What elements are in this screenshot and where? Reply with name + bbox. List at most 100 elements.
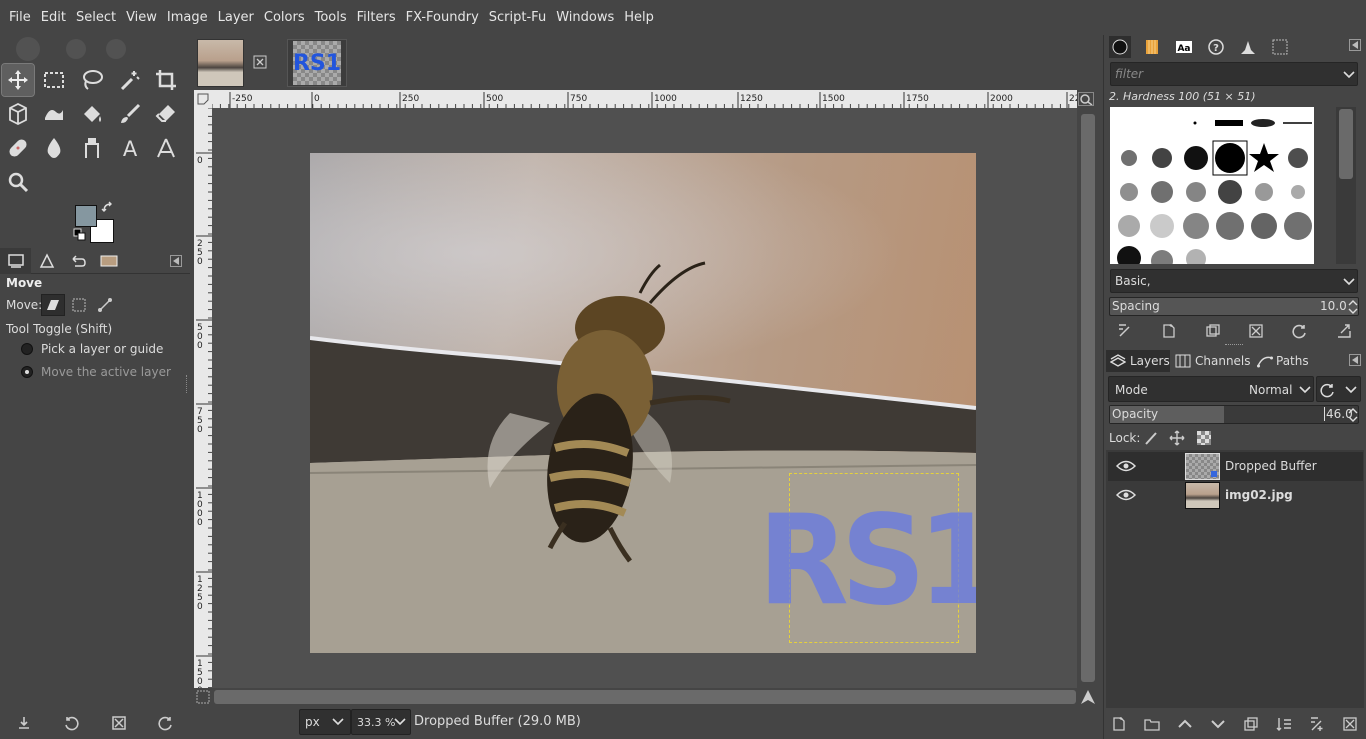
layer-row[interactable]: img02.jpg (1108, 481, 1363, 510)
tab-gradients[interactable] (1269, 36, 1291, 58)
fuzzy-select-tool-icon[interactable] (114, 64, 146, 96)
duplicate-brush-icon[interactable] (1205, 323, 1221, 339)
layer-row[interactable]: Dropped Buffer (1108, 452, 1363, 481)
image-tab-img02[interactable] (197, 39, 244, 87)
duplicate-layer-icon[interactable] (1243, 716, 1259, 732)
delete-brush-icon[interactable] (1248, 323, 1264, 339)
tab-channels[interactable]: Channels (1173, 350, 1251, 372)
menu-fx-foundry[interactable]: FX-Foundry (401, 10, 484, 25)
save-tool-preset-icon[interactable] (16, 715, 32, 731)
close-icon[interactable] (253, 55, 267, 69)
rect-select-tool-icon[interactable] (38, 64, 70, 96)
new-brush-icon[interactable] (1161, 323, 1177, 339)
brush-grid[interactable] (1110, 107, 1314, 264)
text-tool-icon[interactable]: A (114, 132, 146, 164)
menu-tools[interactable]: Tools (310, 10, 352, 25)
menu-colors[interactable]: Colors (259, 10, 310, 25)
eye-icon[interactable] (1116, 489, 1136, 501)
open-brush-as-image-icon[interactable] (1336, 323, 1352, 339)
composite-mode-select[interactable] (1316, 376, 1361, 402)
tab-tool-options[interactable] (0, 247, 31, 274)
warp-tool-icon[interactable] (38, 98, 70, 130)
move-active-layer-radio[interactable] (21, 366, 33, 378)
brush-preset-select[interactable]: Basic, (1110, 269, 1358, 293)
dropped-buffer-layer[interactable]: RS1 (758, 473, 976, 643)
menu-script-fu[interactable]: Script-Fu (484, 10, 551, 25)
pick-layer-radio[interactable] (21, 343, 33, 355)
unit-selector[interactable]: px (299, 709, 351, 735)
tab-undo-history[interactable] (62, 248, 93, 274)
menu-file[interactable]: File (4, 10, 36, 25)
brush-grid-scrollbar[interactable] (1336, 107, 1356, 264)
vertical-scroll-thumb[interactable] (1081, 114, 1095, 682)
move-tool-icon[interactable] (1, 63, 35, 97)
menu-select[interactable]: Select (71, 10, 121, 25)
delete-layer-icon[interactable] (1342, 716, 1358, 732)
clone-tool-icon[interactable] (76, 132, 108, 164)
lasso-tool-icon[interactable] (76, 64, 108, 96)
dock-resize-handle[interactable] (186, 375, 189, 393)
brush-grid-scroll-thumb[interactable] (1339, 109, 1353, 179)
layer-mode-select[interactable]: Mode Normal (1108, 376, 1314, 402)
delete-tool-preset-icon[interactable] (111, 715, 127, 731)
menu-layer[interactable]: Layer (213, 10, 259, 25)
swap-colors-icon[interactable] (101, 201, 115, 215)
vertical-ruler[interactable]: 0250500750100012501500 (194, 108, 212, 688)
lock-alpha-icon[interactable] (1196, 430, 1212, 446)
heal-tool-icon[interactable] (2, 132, 34, 164)
menu-help[interactable]: Help (619, 10, 659, 25)
reset-tool-options-icon[interactable] (158, 715, 174, 731)
merge-layer-icon[interactable] (1276, 716, 1292, 732)
bucket-fill-tool-icon[interactable] (76, 98, 108, 130)
brush-filter-input[interactable]: filter (1110, 62, 1358, 86)
tab-histogram[interactable] (1237, 36, 1259, 58)
crop-tool-icon[interactable] (150, 64, 182, 96)
spin-arrows-icon[interactable] (1348, 407, 1358, 423)
opacity-slider[interactable]: Opacity 46.0 (1109, 405, 1359, 424)
perspective-tool-icon[interactable] (2, 98, 34, 130)
lock-position-icon[interactable] (1169, 430, 1185, 446)
spin-arrows-icon[interactable] (1348, 299, 1358, 315)
zoom-tool-icon[interactable] (2, 166, 34, 198)
menu-windows[interactable]: Windows (551, 10, 619, 25)
tab-paths[interactable]: Paths (1255, 350, 1319, 372)
tab-help[interactable]: ? (1205, 36, 1227, 58)
eye-icon[interactable] (1116, 460, 1136, 472)
horizontal-scroll-thumb[interactable] (214, 690, 1076, 704)
layer-mask-icon[interactable] (1309, 716, 1325, 732)
measure-tool-icon[interactable] (150, 132, 182, 164)
configure-tab-icon[interactable] (1349, 39, 1361, 51)
dock-separator-handle[interactable] (1225, 344, 1243, 347)
restore-tool-preset-icon[interactable] (63, 715, 79, 731)
eraser-tool-icon[interactable] (150, 98, 182, 130)
tab-fonts[interactable]: Aa (1173, 36, 1195, 58)
tab-images[interactable] (93, 248, 124, 274)
configure-tab-icon[interactable] (170, 254, 182, 267)
tab-patterns[interactable] (1141, 36, 1163, 58)
tab-brushes[interactable] (1109, 36, 1131, 58)
zoom-on-resize-icon[interactable] (1078, 92, 1094, 106)
menu-image[interactable]: Image (162, 10, 213, 25)
move-selection-mode-button[interactable] (68, 294, 90, 316)
new-layer-icon[interactable] (1111, 716, 1127, 732)
configure-tab-icon[interactable] (1349, 354, 1361, 366)
horizontal-scrollbar[interactable] (212, 688, 1077, 706)
ruler-corner[interactable] (194, 90, 212, 108)
image-canvas[interactable]: RS1 (212, 108, 1077, 688)
spacing-slider[interactable]: Spacing 10.0 (1109, 297, 1359, 316)
lower-layer-icon[interactable] (1210, 716, 1226, 732)
tab-layers[interactable]: Layers (1106, 350, 1170, 372)
tab-device-status[interactable] (31, 248, 62, 274)
new-layer-group-icon[interactable] (1144, 716, 1160, 732)
menu-edit[interactable]: Edit (36, 10, 71, 25)
foreground-color-swatch[interactable] (75, 205, 97, 227)
move-layer-mode-button[interactable] (41, 294, 65, 316)
move-path-mode-button[interactable] (94, 294, 116, 316)
smudge-tool-icon[interactable] (38, 132, 70, 164)
paintbrush-tool-icon[interactable] (114, 98, 146, 130)
lock-pixels-icon[interactable] (1143, 430, 1159, 446)
menu-view[interactable]: View (121, 10, 162, 25)
default-colors-icon[interactable] (73, 228, 87, 242)
zoom-selector[interactable]: 33.3 % (351, 709, 411, 735)
navigate-icon[interactable] (1079, 688, 1097, 706)
